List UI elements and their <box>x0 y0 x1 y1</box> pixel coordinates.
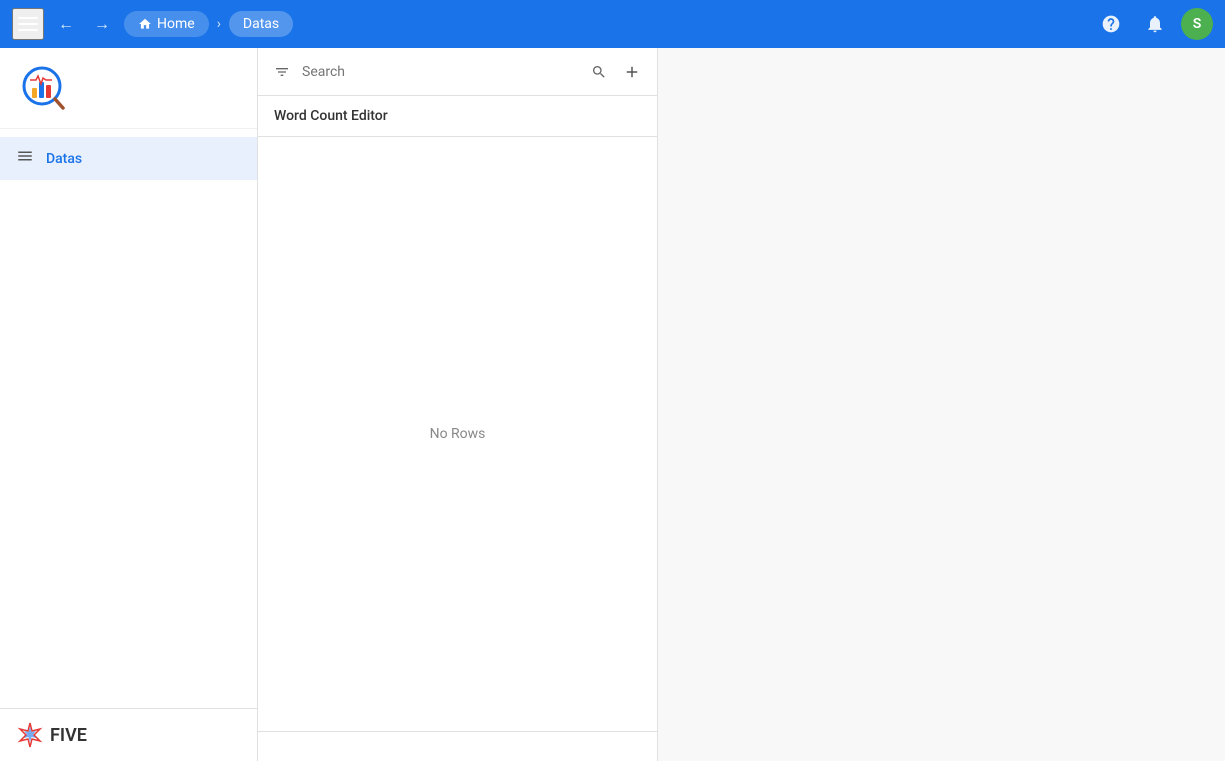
sidebar-footer: FIVE <box>0 708 257 761</box>
search-input[interactable] <box>302 64 579 80</box>
breadcrumb-chevron: › <box>217 16 221 32</box>
search-button[interactable] <box>587 60 611 84</box>
search-input-container <box>302 64 579 80</box>
no-rows-label: No Rows <box>430 426 486 442</box>
sidebar-item-datas-label: Datas <box>46 151 82 167</box>
back-button[interactable]: ← <box>52 10 80 38</box>
data-panel-bottom-border <box>258 731 657 761</box>
sidebar-item-datas[interactable]: Datas <box>0 137 257 180</box>
data-panel-body: No Rows <box>258 137 657 731</box>
user-avatar[interactable]: S <box>1181 8 1213 40</box>
datas-breadcrumb-button[interactable]: Datas <box>229 11 293 37</box>
sidebar: Datas FIVE <box>0 48 258 761</box>
topbar: ← → Home › Datas S <box>0 0 1225 48</box>
app-logo <box>16 60 72 116</box>
main-layout: Datas FIVE <box>0 48 1225 761</box>
filter-button[interactable] <box>270 60 294 84</box>
sidebar-logo-area <box>0 48 257 129</box>
add-button[interactable] <box>619 59 645 85</box>
sidebar-item-datas-icon <box>16 147 34 170</box>
sidebar-nav: Datas <box>0 129 257 188</box>
help-button[interactable] <box>1093 10 1129 38</box>
home-button[interactable]: Home <box>124 11 209 37</box>
data-panel: Word Count Editor No Rows <box>258 48 658 761</box>
five-logo: FIVE <box>16 721 241 749</box>
header-title: Word Count Editor <box>274 108 388 124</box>
forward-button[interactable]: → <box>88 10 116 38</box>
data-panel-header: Word Count Editor <box>258 96 657 137</box>
menu-icon-button[interactable] <box>12 8 44 40</box>
datas-breadcrumb-label: Datas <box>243 16 279 32</box>
five-logo-icon <box>16 721 44 749</box>
home-label: Home <box>157 16 195 32</box>
right-content-area <box>658 48 1225 761</box>
five-logo-text: FIVE <box>50 725 87 746</box>
avatar-letter: S <box>1193 16 1202 32</box>
notifications-button[interactable] <box>1137 10 1173 38</box>
data-panel-toolbar <box>258 48 657 96</box>
